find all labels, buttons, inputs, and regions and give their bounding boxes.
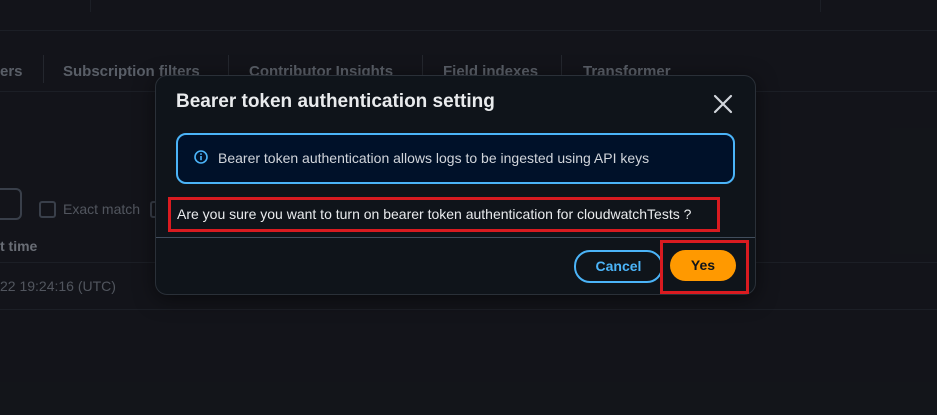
footer-divider	[156, 237, 755, 238]
info-alert: Bearer token authentication allows logs …	[176, 133, 735, 184]
bearer-token-dialog: Bearer token authentication setting Bear…	[155, 75, 756, 295]
dialog-title: Bearer token authentication setting	[176, 91, 495, 112]
info-text: Bearer token authentication allows logs …	[218, 150, 650, 166]
cancel-button[interactable]: Cancel	[574, 250, 663, 283]
confirm-message-highlight: Are you sure you want to turn on bearer …	[168, 197, 720, 232]
info-icon	[194, 150, 208, 164]
yes-button[interactable]: Yes	[670, 250, 736, 281]
close-icon[interactable]	[711, 92, 735, 116]
confirm-message: Are you sure you want to turn on bearer …	[177, 206, 692, 222]
